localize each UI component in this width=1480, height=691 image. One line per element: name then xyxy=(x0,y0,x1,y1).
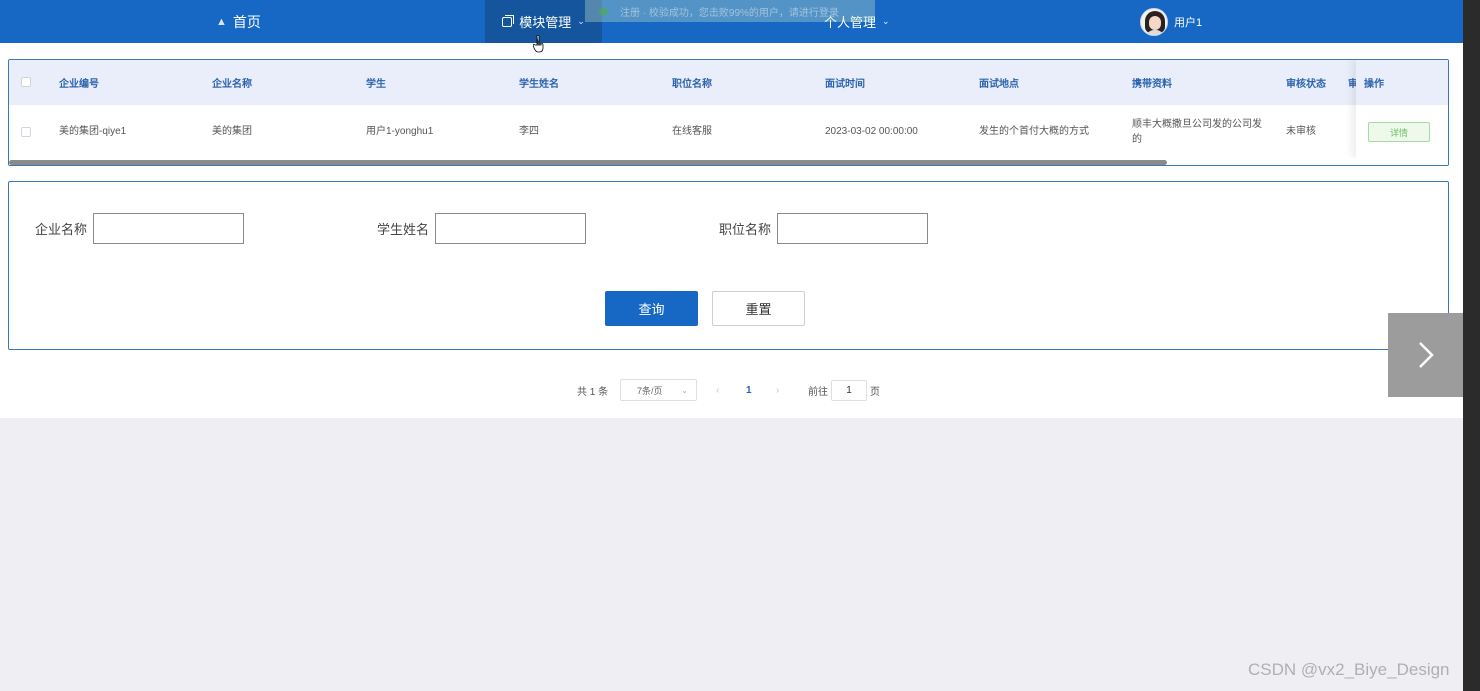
nav-home-label: 首页 xyxy=(232,13,261,30)
goto-prefix: 前往 xyxy=(808,386,828,398)
prev-page-icon[interactable]: ‹ xyxy=(716,380,719,400)
page-size-select[interactable]: 7条/页 ⌄ xyxy=(620,379,697,401)
col-header-company-name[interactable]: 企业名称 xyxy=(212,60,252,105)
select-all-checkbox[interactable] xyxy=(21,77,31,87)
cell-company-name: 美的集团 xyxy=(212,126,252,137)
nav-module-label: 模块管理 xyxy=(519,15,572,30)
cell-position: 在线客服 xyxy=(672,126,712,137)
cell-interview-time: 2023-03-02 00:00:00 xyxy=(825,126,918,137)
chevron-right-icon xyxy=(1418,342,1434,368)
search-form: 企业名称 学生姓名 职位名称 查询 重置 xyxy=(8,181,1449,350)
nav-user[interactable]: 用户1 xyxy=(1140,0,1202,43)
goto-suffix: 页 xyxy=(870,386,880,398)
col-header-interview-time[interactable]: 面试时间 xyxy=(825,60,865,105)
col-header-position[interactable]: 职位名称 xyxy=(672,60,712,105)
next-arrow-button[interactable] xyxy=(1388,313,1463,397)
reset-button[interactable]: 重置 xyxy=(712,291,805,326)
detail-button[interactable]: 详情 xyxy=(1368,122,1430,142)
data-table: 企业编号 企业名称 学生 学生姓名 职位名称 面试时间 面试地点 携带资料 审核… xyxy=(8,59,1449,166)
nav-user-name: 用户1 xyxy=(1174,16,1203,29)
nav-home[interactable]: ▲ 首页 xyxy=(216,0,261,43)
success-toast: 注册 · 校验成功，您击败99%的用户，请进行登录 xyxy=(585,0,875,22)
student-name-label: 学生姓名 xyxy=(377,221,430,237)
table-header: 企业编号 企业名称 学生 学生姓名 职位名称 面试时间 面试地点 携带资料 审核… xyxy=(9,60,1448,105)
home-icon: ▲ xyxy=(216,15,227,28)
next-page-icon[interactable]: › xyxy=(776,380,779,400)
horizontal-scrollbar-thumb[interactable] xyxy=(9,160,1167,165)
company-name-label: 企业名称 xyxy=(35,221,88,237)
cell-review-status: 未审核 xyxy=(1286,126,1316,137)
chevron-down-icon: ⌄ xyxy=(681,385,688,395)
col-header-student-name[interactable]: 学生姓名 xyxy=(519,60,559,105)
position-name-input[interactable] xyxy=(777,213,928,244)
cell-student-name: 李四 xyxy=(519,126,539,137)
student-name-input[interactable] xyxy=(435,213,586,244)
copy-icon xyxy=(502,14,515,27)
cell-materials: 顺丰大概撒旦公司发的公司发的 xyxy=(1132,118,1262,145)
cell-company-no: 美的集团-qiye1 xyxy=(59,126,127,137)
watermark: CSDN @vx2_Biye_Design xyxy=(1248,660,1450,679)
toast-message: 注册 · 校验成功，您击败99%的用户，请进行登录 xyxy=(620,7,839,19)
pagination-total: 共 1 条 xyxy=(577,386,609,398)
cell-student: 用户1-yonghu1 xyxy=(366,126,434,137)
page-number-current[interactable]: 1 xyxy=(746,380,752,400)
window-edge xyxy=(1463,0,1480,691)
avatar xyxy=(1140,7,1168,36)
action-column: 操作 详情 xyxy=(1356,60,1448,158)
chevron-down-icon: ⌄ xyxy=(577,16,585,26)
col-header-company-no[interactable]: 企业编号 xyxy=(59,60,99,105)
company-name-input[interactable] xyxy=(93,213,244,244)
top-navbar: ▲ 首页 模块管理 ⌄ 个人管理 ⌄ 用户1 注册 · 校验成功，您击败99%的… xyxy=(0,0,1463,43)
goto-page-input[interactable]: 1 xyxy=(831,380,867,401)
chevron-down-icon: ⌄ xyxy=(882,16,890,26)
col-header-action: 操作 xyxy=(1356,60,1448,105)
page-size-value: 7条/页 xyxy=(637,385,663,396)
row-checkbox[interactable] xyxy=(21,127,31,137)
page: ▲ 首页 模块管理 ⌄ 个人管理 ⌄ 用户1 注册 · 校验成功，您击败99%的… xyxy=(0,0,1463,691)
query-button[interactable]: 查询 xyxy=(605,291,698,326)
hand-cursor-icon xyxy=(533,35,544,53)
col-header-review-status[interactable]: 审核状态 xyxy=(1286,60,1326,105)
position-name-label: 职位名称 xyxy=(719,221,772,237)
cell-interview-place: 发生的个首付大概的方式 xyxy=(979,126,1089,137)
col-header-materials[interactable]: 携带资料 xyxy=(1132,60,1172,105)
col-header-interview-place[interactable]: 面试地点 xyxy=(979,60,1019,105)
check-circle-icon xyxy=(599,6,608,16)
col-header-student[interactable]: 学生 xyxy=(366,60,386,105)
